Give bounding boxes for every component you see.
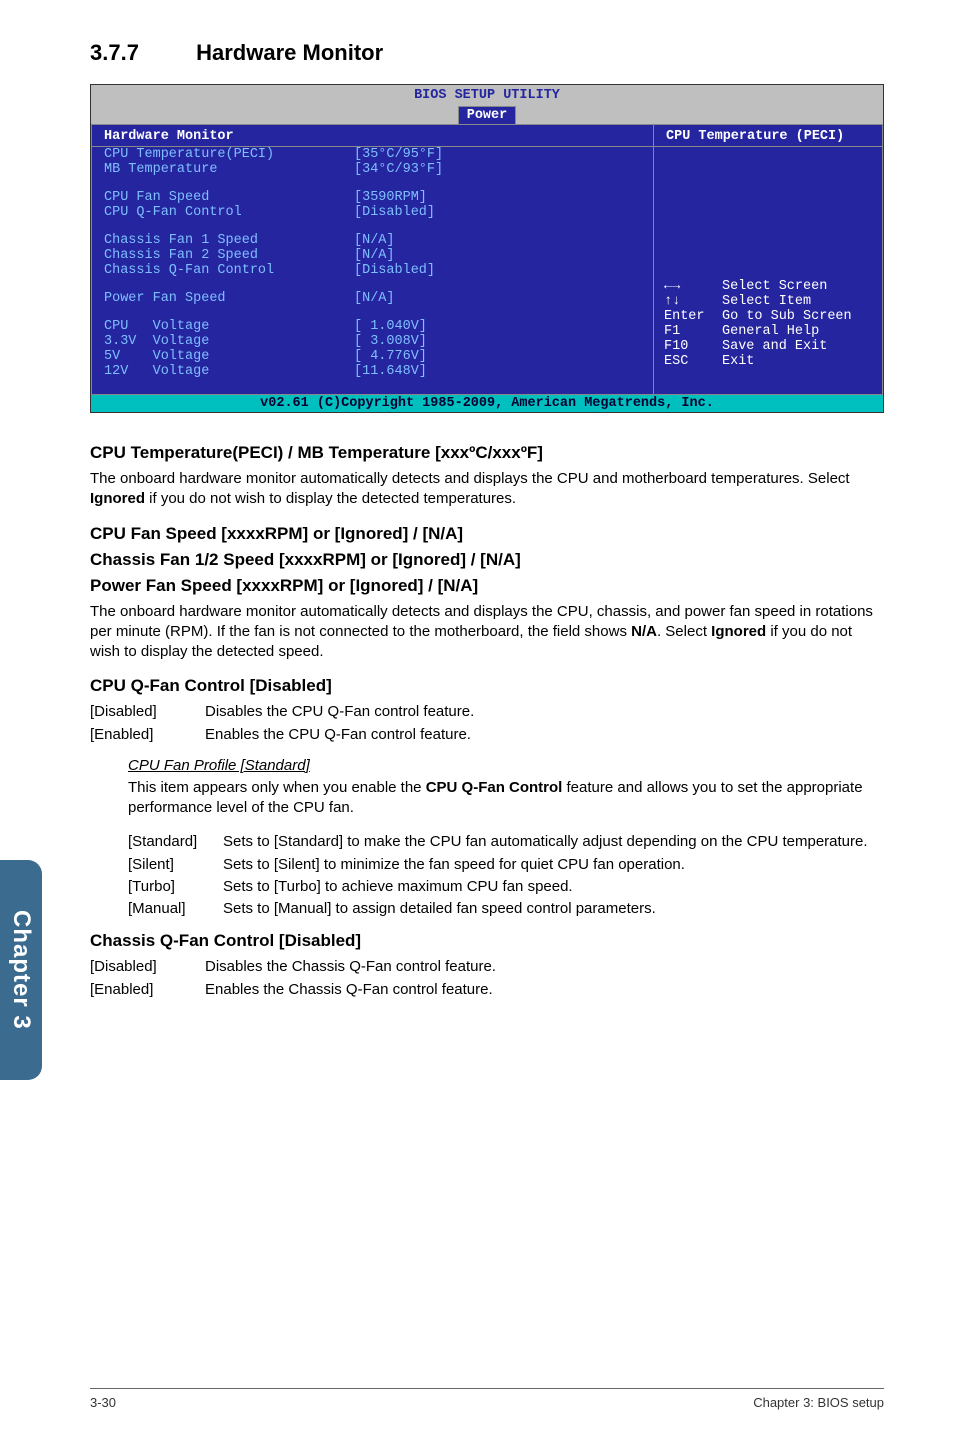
page-content: 3.7.7 Hardware Monitor BIOS SETUP UTILIT… <box>0 0 954 1042</box>
option-key: [Silent] <box>128 855 223 875</box>
bios-help-text: Select Item <box>722 294 811 309</box>
bios-help-text: Go to Sub Screen <box>722 309 852 324</box>
bios-active-tab: Power <box>458 106 517 125</box>
option-row: [Enabled]Enables the CPU Q-Fan control f… <box>90 725 884 745</box>
option-row: [Disabled]Disables the CPU Q-Fan control… <box>90 702 884 722</box>
heading-chassis-fan-speed: Chassis Fan 1/2 Speed [xxxxRPM] or [Igno… <box>90 550 884 570</box>
bios-help-text: General Help <box>722 324 819 339</box>
option-desc: Sets to [Silent] to minimize the fan spe… <box>223 855 884 875</box>
bios-item-value: [34°C/93°F] <box>354 162 443 177</box>
option-desc: Enables the Chassis Q-Fan control featur… <box>205 980 884 1000</box>
option-desc: Enables the CPU Q-Fan control feature. <box>205 725 884 745</box>
heading-cpu-fan-profile: CPU Fan Profile [Standard] <box>128 757 884 774</box>
bios-item-value: [Disabled] <box>354 205 435 220</box>
bios-item-label: Power Fan Speed <box>104 291 354 306</box>
cpu-fan-profile-block: CPU Fan Profile [Standard] This item app… <box>128 757 884 920</box>
option-desc: Disables the Chassis Q-Fan control featu… <box>205 957 884 977</box>
option-row: [Silent]Sets to [Silent] to minimize the… <box>128 855 884 875</box>
bios-item-value: [ 4.776V] <box>354 349 427 364</box>
option-key: [Disabled] <box>90 702 205 722</box>
footer-chapter: Chapter 3: BIOS setup <box>753 1395 884 1410</box>
option-row: [Turbo]Sets to [Turbo] to achieve maximu… <box>128 877 884 897</box>
bios-item-value: [N/A] <box>354 291 395 306</box>
bios-item-value: [ 1.040V] <box>354 319 427 334</box>
text-bold: CPU Q-Fan Control <box>426 779 563 796</box>
heading-power-fan-speed: Power Fan Speed [xxxxRPM] or [Ignored] /… <box>90 576 884 596</box>
chapter-side-tab: Chapter 3 <box>0 860 42 1080</box>
section-heading: 3.7.7 Hardware Monitor <box>90 40 884 66</box>
bios-item-label: 5V Voltage <box>104 349 354 364</box>
option-desc: Sets to [Standard] to make the CPU fan a… <box>223 832 884 852</box>
heading-chassis-qfan: Chassis Q-Fan Control [Disabled] <box>90 931 884 951</box>
option-desc: Disables the CPU Q-Fan control feature. <box>205 702 884 722</box>
paragraph: The onboard hardware monitor automatical… <box>90 602 884 663</box>
bios-screenshot: BIOS SETUP UTILITY Power Hardware Monito… <box>90 84 884 413</box>
text-bold: Ignored <box>90 490 145 507</box>
bios-help-key: ↑↓ <box>664 294 722 309</box>
option-row: [Enabled]Enables the Chassis Q-Fan contr… <box>90 980 884 1000</box>
bios-item-label: CPU Temperature(PECI) <box>104 147 354 162</box>
text: . Select <box>657 623 711 640</box>
option-row: [Disabled]Disables the Chassis Q-Fan con… <box>90 957 884 977</box>
bios-item-label: Chassis Q-Fan Control <box>104 263 354 278</box>
paragraph: This item appears only when you enable t… <box>128 778 884 819</box>
bios-item-value: [3590RPM] <box>354 190 427 205</box>
page-footer: 3-30 Chapter 3: BIOS setup <box>0 1388 954 1410</box>
bios-item-label: CPU Fan Speed <box>104 190 354 205</box>
bios-utility-title: BIOS SETUP UTILITY <box>91 87 883 105</box>
heading-cpu-qfan: CPU Q-Fan Control [Disabled] <box>90 676 884 696</box>
page-number: 3-30 <box>90 1395 116 1410</box>
bios-item-value: [N/A] <box>354 248 395 263</box>
bios-help-key: F10 <box>664 339 722 354</box>
bios-help-key: Enter <box>664 309 722 324</box>
bios-help-text: Exit <box>722 354 754 369</box>
bios-help-key: ESC <box>664 354 722 369</box>
option-row: [Manual]Sets to [Manual] to assign detai… <box>128 899 884 919</box>
bios-item-label: MB Temperature <box>104 162 354 177</box>
text-bold: N/A <box>631 623 657 640</box>
bios-left-pane: Hardware Monitor CPU Temperature(PECI)[3… <box>91 124 653 395</box>
option-desc: Sets to [Manual] to assign detailed fan … <box>223 899 884 919</box>
bios-right-header: CPU Temperature (PECI) <box>654 127 882 147</box>
text: This item appears only when you enable t… <box>128 779 426 796</box>
bios-left-header: Hardware Monitor <box>92 127 653 147</box>
bios-item-label: Chassis Fan 1 Speed <box>104 233 354 248</box>
option-row: [Standard]Sets to [Standard] to make the… <box>128 832 884 852</box>
bios-right-pane: CPU Temperature (PECI) ←→Select Screen ↑… <box>653 124 883 395</box>
text-bold: Ignored <box>711 623 766 640</box>
bios-help-key: F1 <box>664 324 722 339</box>
bios-item-value: [N/A] <box>354 233 395 248</box>
bios-item-value: [ 3.008V] <box>354 334 427 349</box>
section-title: Hardware Monitor <box>196 40 383 65</box>
option-key: [Enabled] <box>90 725 205 745</box>
option-desc: Sets to [Turbo] to achieve maximum CPU f… <box>223 877 884 897</box>
section-number: 3.7.7 <box>90 40 190 66</box>
bios-help-text: Save and Exit <box>722 339 827 354</box>
bios-item-label: 12V Voltage <box>104 364 354 379</box>
option-key: [Disabled] <box>90 957 205 977</box>
option-key: [Enabled] <box>90 980 205 1000</box>
bios-title-bar: BIOS SETUP UTILITY Power <box>91 85 883 124</box>
text: if you do not wish to display the detect… <box>145 490 516 507</box>
option-key: [Turbo] <box>128 877 223 897</box>
chapter-side-label: Chapter 3 <box>7 910 35 1030</box>
bios-item-label: CPU Q-Fan Control <box>104 205 354 220</box>
bios-item-value: [35°C/95°F] <box>354 147 443 162</box>
bios-item-value: [11.648V] <box>354 364 427 379</box>
option-key: [Manual] <box>128 899 223 919</box>
bios-help-key: ←→ <box>664 279 722 294</box>
bios-item-label: 3.3V Voltage <box>104 334 354 349</box>
bios-item-label: CPU Voltage <box>104 319 354 334</box>
bios-help-text: Select Screen <box>722 279 827 294</box>
bios-footer: v02.61 (C)Copyright 1985-2009, American … <box>91 395 883 412</box>
heading-cpu-fan-speed: CPU Fan Speed [xxxxRPM] or [Ignored] / [… <box>90 524 884 544</box>
text: The onboard hardware monitor automatical… <box>90 470 850 487</box>
bios-item-value: [Disabled] <box>354 263 435 278</box>
bios-item-label: Chassis Fan 2 Speed <box>104 248 354 263</box>
heading-cpu-temperature: CPU Temperature(PECI) / MB Temperature [… <box>90 443 884 463</box>
paragraph: The onboard hardware monitor automatical… <box>90 469 884 510</box>
option-key: [Standard] <box>128 832 223 852</box>
